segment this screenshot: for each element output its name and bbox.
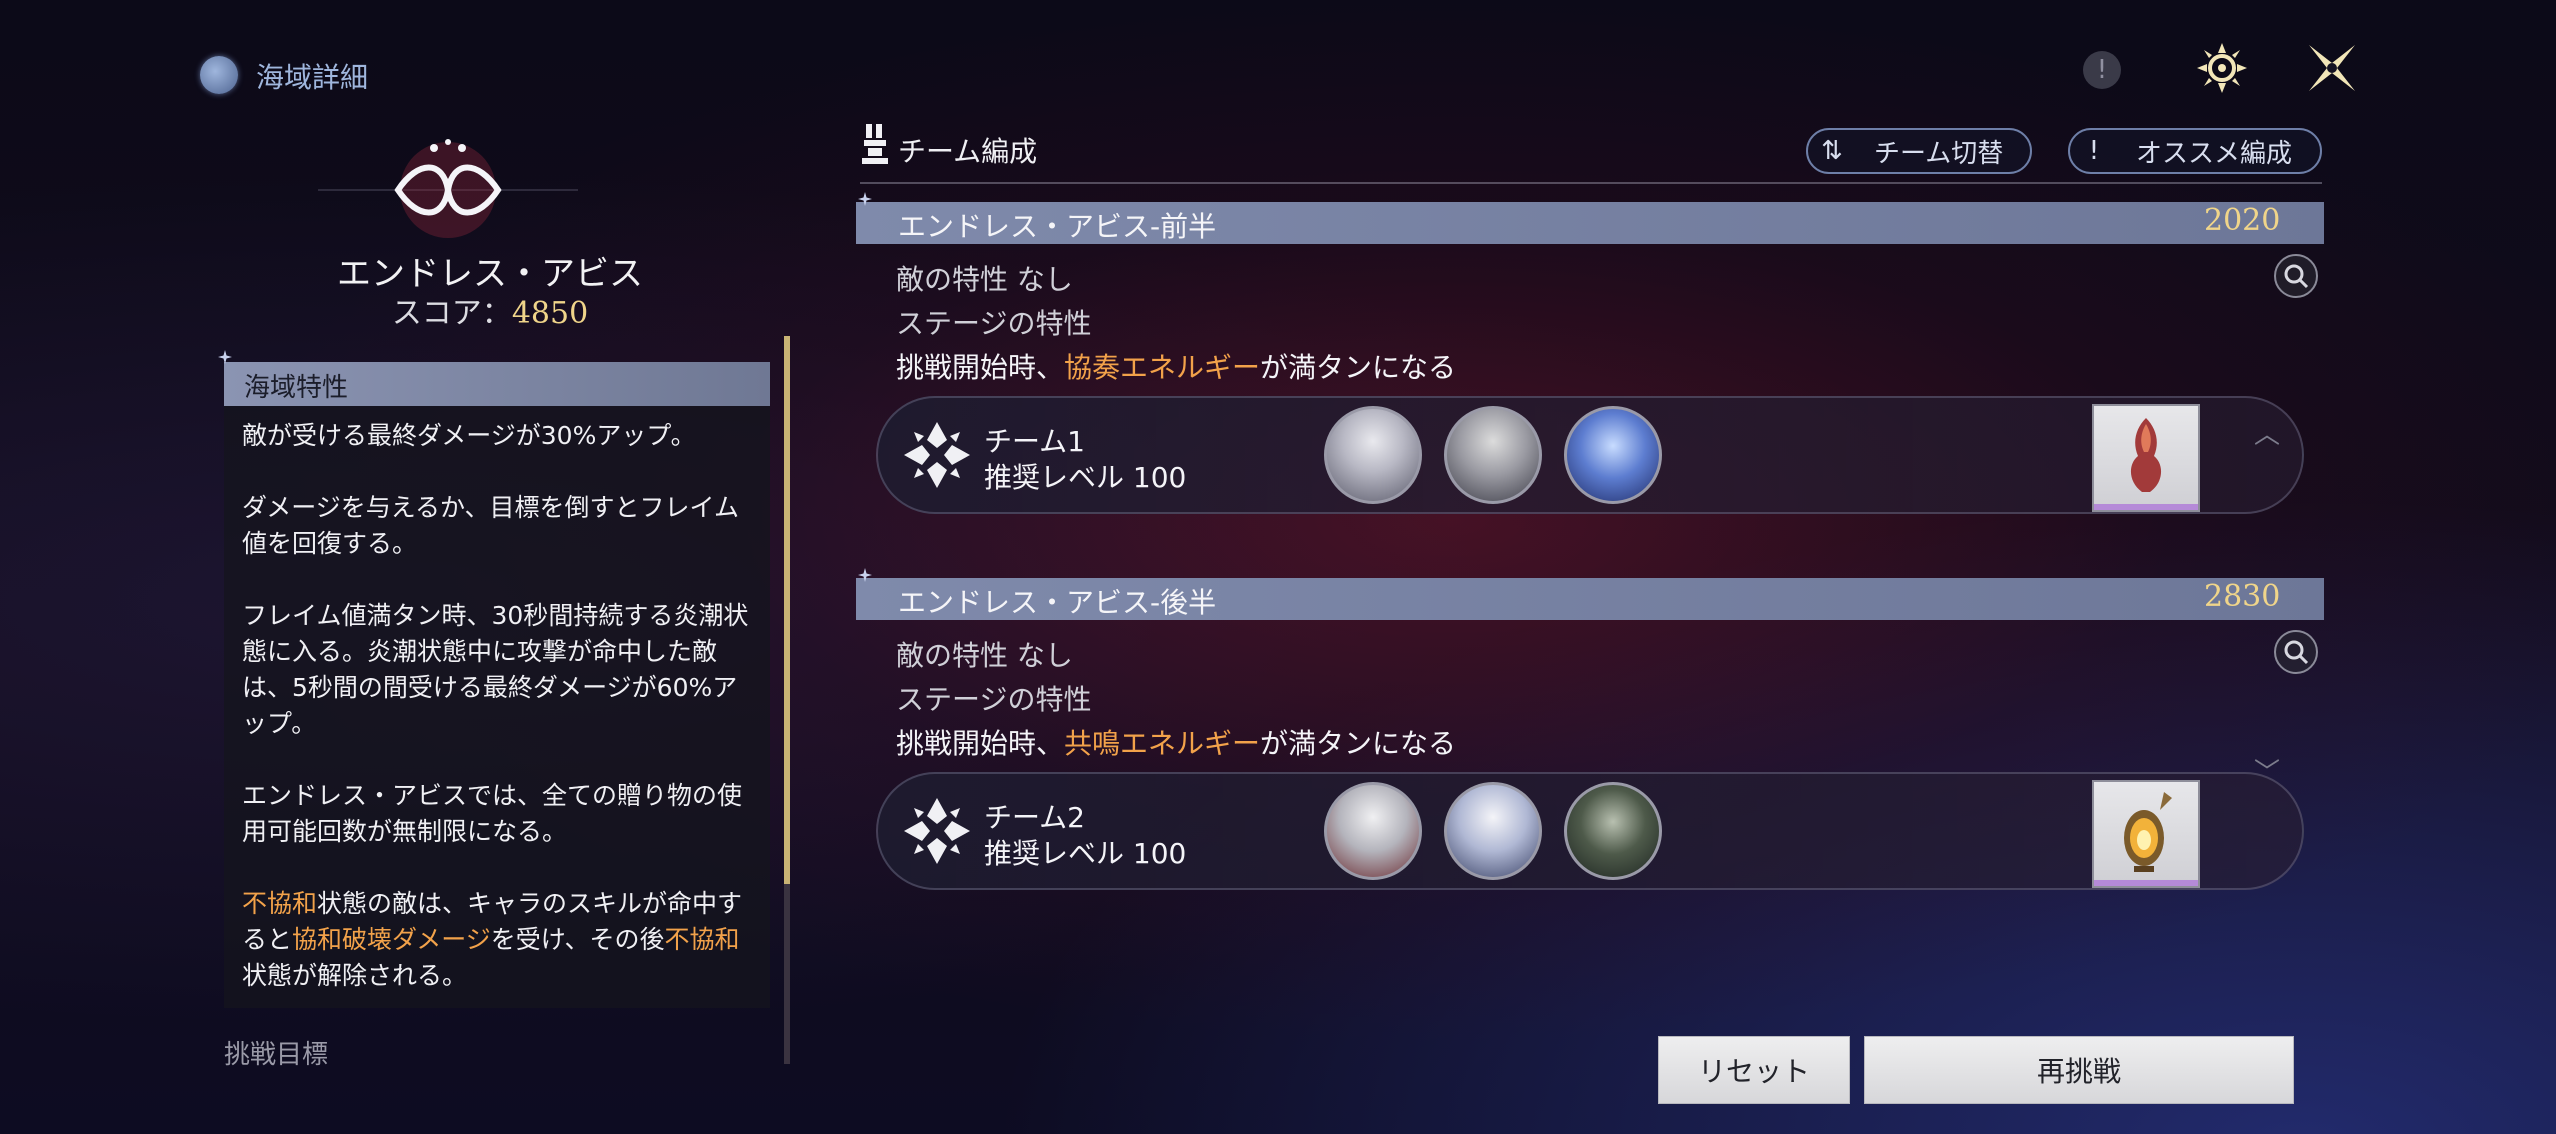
recommended-team-button[interactable]: ! オススメ編成 (2068, 128, 2322, 174)
stage-trait-label: ステージの特性 (896, 307, 1092, 340)
scrollbar-thumb[interactable] (784, 336, 790, 884)
chevron-up-icon: ︿ (2254, 420, 2281, 450)
recommended-team-label: オススメ編成 (2136, 138, 2293, 169)
character-avatar[interactable] (1564, 782, 1662, 880)
settings-button[interactable] (2192, 38, 2252, 98)
stage-trait-text: 挑戦開始時、協奏エネルギーが満タンになる (896, 346, 1456, 386)
close-button[interactable] (2302, 38, 2362, 98)
magnify-button[interactable] (2274, 630, 2318, 674)
team-name: チーム1 (984, 425, 1085, 458)
echo-item-slot[interactable] (2092, 780, 2200, 888)
chevron-down-icon: ﹀ (2254, 758, 2281, 788)
score-label: スコア： (391, 296, 512, 331)
keyword-highlight: 共鳴エネルギー (1064, 727, 1261, 760)
rarity-rim (2094, 504, 2198, 510)
exclamation-icon: ! (2088, 136, 2100, 166)
rarity-rim (2094, 880, 2198, 886)
trait-text: 挑戦開始時、 (896, 727, 1065, 760)
red-idol-icon (2130, 418, 2162, 492)
abyss-emblem-icon (318, 139, 578, 238)
team-level: 推奨レベル 100 (984, 461, 1187, 494)
trait-paragraph: エンドレス・アビスでは、全ての贈り物の使用可能回数が無制限になる。 (242, 781, 743, 846)
character-avatar[interactable] (1564, 406, 1662, 504)
trait-paragraph: フレイム値満タン時、30秒間持続する炎潮状態に入る。炎潮状態中に攻撃が命中した敵… (242, 601, 749, 738)
character-avatar[interactable] (1444, 406, 1542, 504)
swap-icon: ⇅ (1821, 136, 1843, 166)
close-icon (2309, 45, 2355, 91)
trait-text: 状態が解除される。 (242, 961, 468, 990)
keyword-highlight: 協和破壊ダメージ (292, 925, 491, 954)
second-half-score: 2830 (2204, 579, 2281, 614)
sea-traits-text: 敵が受ける最終ダメージが30%アップ。 ダメージを与えるか、目標を倒すとフレイム… (242, 418, 758, 1030)
magnify-icon (2284, 264, 2309, 289)
first-half-score: 2020 (2204, 203, 2281, 238)
divider (860, 182, 2322, 184)
stage-trait-text: 挑戦開始時、共鳴エネルギーが満タンになる (896, 722, 1456, 762)
echo-item-slot[interactable] (2092, 404, 2200, 512)
trait-paragraph: 不協和状態の敵は、キャラのスキルが命中すると協和破壊ダメージを受け、その後不協和… (242, 886, 758, 994)
page-title: 海域詳細 (256, 61, 369, 94)
chess-piece-icon (862, 124, 888, 164)
trait-text: が満タンになる (1260, 351, 1457, 384)
second-half-title: エンドレス・アビス-後半 (898, 586, 1217, 619)
character-avatar[interactable] (1324, 406, 1422, 504)
trait-text: 挑戦開始時、 (896, 351, 1065, 384)
trait-text: が満タンになる (1260, 727, 1457, 760)
enemy-trait: 敵の特性 なし (896, 639, 1073, 672)
first-half-title: エンドレス・アビス-前半 (898, 210, 1217, 243)
magnify-button[interactable] (2274, 254, 2318, 298)
team-level: 推奨レベル 100 (984, 837, 1187, 870)
score-value: 4850 (511, 296, 589, 331)
magnify-icon (2284, 640, 2309, 665)
stage-score: スコア：4850 (280, 288, 700, 332)
retry-label: 再挑戦 (2036, 1055, 2121, 1088)
globe-icon (200, 56, 238, 94)
info-icon: ! (2083, 51, 2121, 89)
reset-button[interactable]: リセット (1658, 1036, 1850, 1104)
team-switch-button[interactable]: ⇅ チーム切替 (1806, 128, 2032, 174)
reset-label: リセット (1697, 1055, 1810, 1088)
character-avatar[interactable] (1444, 782, 1542, 880)
sparkle-icon (218, 350, 232, 364)
team-formation-title: チーム編成 (898, 135, 1038, 168)
team-switch-label: チーム切替 (1874, 138, 2004, 169)
enemy-trait: 敵の特性 なし (896, 263, 1073, 296)
lantern-icon (2124, 792, 2172, 872)
team-name: チーム2 (984, 801, 1085, 834)
keyword-highlight: 協奏エネルギー (1064, 351, 1261, 384)
info-button[interactable]: ! (2072, 40, 2132, 100)
settings-icon (2197, 43, 2247, 93)
team-emblem-icon (904, 798, 970, 864)
trait-paragraph: ダメージを与えるか、目標を倒すとフレイム値を回復する。 (242, 493, 740, 558)
character-avatar[interactable] (1324, 782, 1422, 880)
team-emblem-icon (904, 422, 970, 488)
sparkle-icon (858, 192, 872, 206)
trait-text: を受け、その後 (490, 925, 665, 954)
challenge-goal-heading: 挑戦目標 (224, 1040, 329, 1070)
sea-traits-title: 海域特性 (244, 373, 349, 403)
stage-trait-label: ステージの特性 (896, 683, 1092, 716)
keyword-highlight: 不協和 (242, 889, 318, 918)
keyword-highlight: 不協和 (664, 925, 740, 954)
sparkle-icon (858, 568, 872, 582)
trait-paragraph: 敵が受ける最終ダメージが30%アップ。 (242, 421, 696, 450)
retry-button[interactable]: 再挑戦 (1864, 1036, 2294, 1104)
